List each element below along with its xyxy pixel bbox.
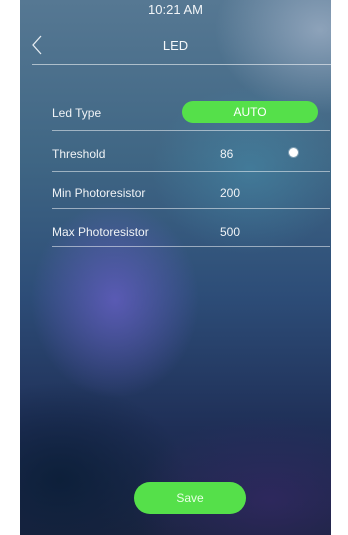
max-photoresistor-label: Max Photoresistor — [52, 225, 149, 239]
row-divider — [52, 130, 330, 131]
led-settings-screen: 10:21 AM LED Led Type AUTO Threshold 86 … — [20, 0, 331, 535]
header-divider — [32, 64, 331, 65]
threshold-radio-button[interactable] — [289, 148, 298, 157]
min-photoresistor-label: Min Photoresistor — [52, 186, 146, 200]
row-divider — [52, 246, 330, 247]
min-photoresistor-value[interactable]: 200 — [220, 186, 240, 200]
max-photoresistor-value[interactable]: 500 — [220, 225, 240, 239]
save-button[interactable]: Save — [134, 482, 246, 514]
led-type-label: Led Type — [52, 106, 102, 120]
threshold-value[interactable]: 86 — [220, 147, 233, 161]
row-divider — [52, 208, 330, 209]
page-title: LED — [162, 38, 189, 53]
led-type-selector[interactable]: AUTO — [182, 101, 318, 123]
status-bar-time: 10:21 AM — [148, 2, 203, 17]
row-divider — [52, 171, 330, 172]
threshold-label: Threshold — [52, 147, 106, 161]
